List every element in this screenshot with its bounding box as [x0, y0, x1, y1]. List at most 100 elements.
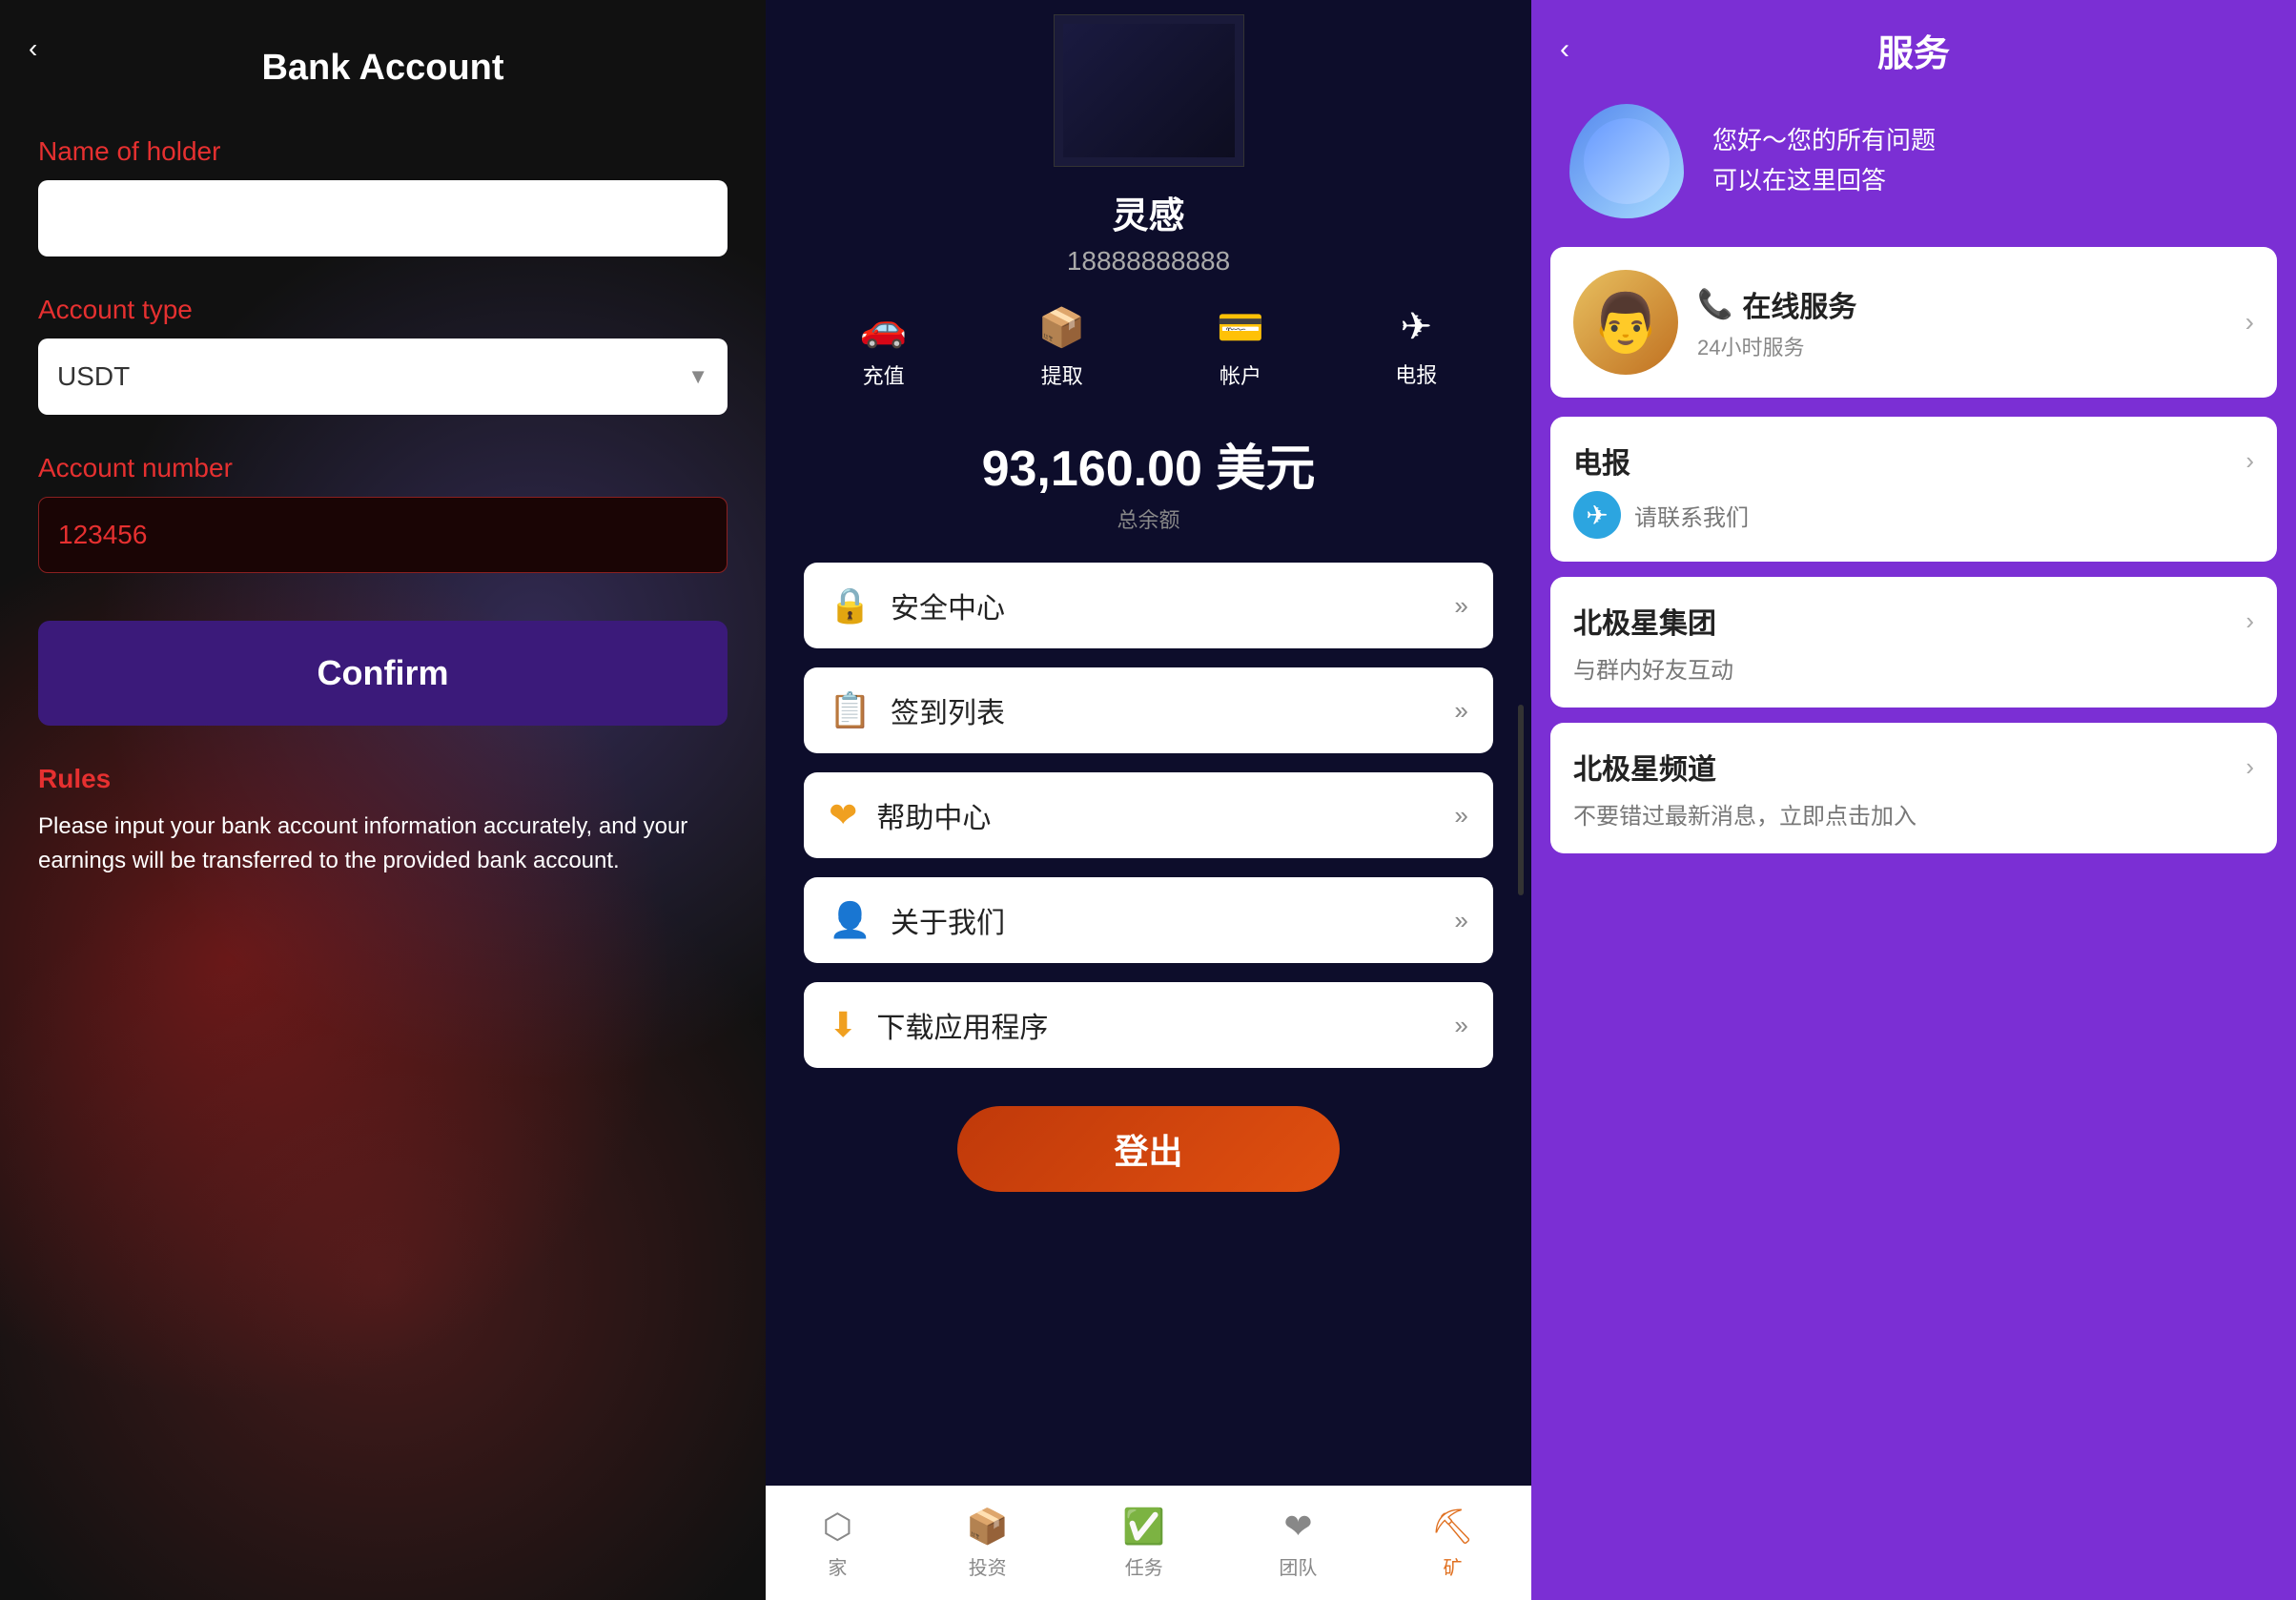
tab-label-mine: 矿 [1443, 1552, 1462, 1580]
tab-task[interactable]: ✅ 任务 [1122, 1507, 1165, 1580]
panel-bank-account: ‹ Bank Account Name of holder Account ty… [0, 0, 766, 1600]
telegram-desc: 请联系我们 [1634, 499, 1749, 532]
tab-label-invest: 投资 [969, 1552, 1007, 1580]
task-icon: ✅ [1122, 1507, 1165, 1547]
polaris-group-top: 北极星集团 › [1573, 600, 2254, 642]
chevron-right-icon-3: » [1454, 801, 1467, 831]
withdraw-icon: 📦 [1038, 305, 1086, 350]
scroll-indicator [1518, 705, 1524, 895]
polaris-channel-title: 北极星频道 [1573, 746, 1716, 788]
nav-item-telegram[interactable]: ✈ 电报 [1395, 305, 1437, 390]
menu-text-security: 安全中心 [891, 585, 1454, 626]
tab-invest[interactable]: 📦 投资 [966, 1507, 1009, 1580]
nav-item-recharge[interactable]: 🚗 充值 [860, 305, 908, 390]
chevron-right-icon: » [1454, 591, 1467, 621]
tab-label-home: 家 [828, 1552, 847, 1580]
service-title: 服务 [1877, 24, 1950, 76]
polaris-group-desc: 与群内好友互动 [1573, 651, 1733, 685]
tab-home[interactable]: ⬡ 家 [823, 1507, 852, 1580]
polaris-channel-item[interactable]: 北极星频道 › 不要错过最新消息，立即点击加入 [1550, 723, 2277, 853]
service-hero: 您好～您的所有问题可以在这里回答 [1531, 85, 2296, 247]
name-holder-input[interactable] [38, 180, 728, 256]
account-type-label: Account type [38, 295, 193, 325]
name-holder-label: Name of holder [38, 136, 220, 167]
invest-icon: 📦 [966, 1507, 1009, 1547]
panel1-content: ‹ Bank Account Name of holder Account ty… [0, 0, 766, 878]
robot-icon [1569, 104, 1684, 218]
menu-text-download: 下载应用程序 [876, 1004, 1454, 1046]
agent-sub: 24小时服务 [1697, 331, 2226, 361]
security-icon: 🔒 [829, 585, 871, 626]
balance-amount: 93,160.00 美元 [982, 428, 1316, 500]
online-service-card[interactable]: 👨 📞 在线服务 24小时服务 › [1550, 247, 2277, 398]
robot-inner [1584, 118, 1670, 204]
account-icon: 💳 [1217, 305, 1264, 350]
nav-label-account: 帐户 [1220, 359, 1261, 390]
menu-item-security[interactable]: 🔒 安全中心 » [804, 563, 1493, 648]
chevron-right-icon-4: › [2245, 752, 2254, 782]
tab-bar: ⬡ 家 📦 投资 ✅ 任务 ❤ 团队 ⛏ 矿 [766, 1486, 1531, 1600]
phone-number: 18888888888 [1067, 246, 1230, 277]
confirm-button[interactable]: Confirm [38, 621, 728, 726]
account-type-value: USDT [57, 361, 130, 392]
phone-icon: 📞 [1697, 288, 1732, 321]
chevron-right-icon-3: › [2245, 606, 2254, 636]
polaris-group-item[interactable]: 北极星集团 › 与群内好友互动 [1550, 577, 2277, 708]
rules-text: Please input your bank account informati… [38, 810, 728, 878]
chevron-right-icon-4: » [1454, 906, 1467, 935]
tab-team[interactable]: ❤ 团队 [1279, 1507, 1317, 1580]
polaris-channel-sub: 不要错过最新消息，立即点击加入 [1573, 797, 2254, 831]
tab-mine[interactable]: ⛏ 矿 [1431, 1507, 1475, 1580]
account-number-input[interactable] [38, 497, 728, 573]
recharge-icon: 🚗 [860, 305, 908, 350]
telegram-icon: ✈ [1401, 305, 1433, 349]
home-icon: ⬡ [823, 1507, 852, 1547]
quick-nav: 🚗 充值 📦 提取 💳 帐户 ✈ 电报 [766, 305, 1531, 390]
telegram-title: 电报 [1573, 440, 1630, 482]
menu-item-checkin[interactable]: 📋 签到列表 » [804, 667, 1493, 753]
balance-label: 总余额 [1117, 503, 1179, 534]
telegram-item-top: 电报 › [1573, 440, 2254, 482]
telegram-sub: ✈ 请联系我们 [1573, 491, 2254, 539]
rules-title: Rules [38, 764, 111, 794]
panel-profile: 灵感 18888888888 🚗 充值 📦 提取 💳 帐户 ✈ 电报 93,16… [766, 0, 1531, 1600]
chevron-right-icon-2: › [2245, 446, 2254, 476]
profile-banner [1054, 14, 1244, 167]
polaris-channel-desc: 不要错过最新消息，立即点击加入 [1573, 797, 1917, 831]
service-header: ‹ 服务 [1531, 0, 2296, 85]
menu-text-checkin: 签到列表 [891, 689, 1454, 731]
back-button[interactable]: ‹ [1560, 33, 1569, 66]
account-number-label: Account number [38, 453, 233, 483]
polaris-group-title: 北极星集团 [1573, 600, 1716, 642]
help-icon: ❤ [829, 795, 857, 835]
agent-avatar: 👨 [1573, 270, 1678, 375]
menu-item-download[interactable]: ⬇ 下载应用程序 » [804, 982, 1493, 1068]
menu-list: 🔒 安全中心 » 📋 签到列表 » ❤ 帮助中心 » 👤 关于我们 » ⬇ 下载… [804, 563, 1493, 1068]
chevron-down-icon: ▼ [687, 364, 708, 389]
panel-service: ‹ 服务 您好～您的所有问题可以在这里回答 👨 📞 在线服务 24小时服务 › … [1531, 0, 2296, 1600]
tab-label-team: 团队 [1279, 1552, 1317, 1580]
page-title: Bank Account [261, 48, 503, 89]
polaris-channel-top: 北极星频道 › [1573, 746, 2254, 788]
team-icon: ❤ [1283, 1507, 1312, 1547]
menu-item-help[interactable]: ❤ 帮助中心 » [804, 772, 1493, 858]
account-type-select[interactable]: USDT ▼ [38, 338, 728, 415]
checkin-icon: 📋 [829, 690, 871, 730]
chevron-right-icon-2: » [1454, 696, 1467, 726]
nav-item-account[interactable]: 💳 帐户 [1217, 305, 1264, 390]
hero-text: 您好～您的所有问题可以在这里回答 [1712, 121, 1936, 200]
menu-item-about[interactable]: 👤 关于我们 » [804, 877, 1493, 963]
polaris-group-sub: 与群内好友互动 [1573, 651, 2254, 685]
tab-label-task: 任务 [1125, 1552, 1163, 1580]
agent-name-text: 在线服务 [1742, 283, 1856, 325]
download-icon: ⬇ [829, 1005, 857, 1045]
back-button[interactable]: ‹ [29, 33, 37, 64]
logout-button[interactable]: 登出 [957, 1106, 1341, 1192]
menu-text-about: 关于我们 [891, 899, 1454, 941]
telegram-item[interactable]: 电报 › ✈ 请联系我们 [1550, 417, 2277, 562]
agent-name: 📞 在线服务 [1697, 283, 2226, 325]
username: 灵感 [1112, 186, 1184, 238]
chevron-right-icon: › [2245, 307, 2254, 338]
nav-label-withdraw: 提取 [1041, 359, 1083, 390]
nav-item-withdraw[interactable]: 📦 提取 [1038, 305, 1086, 390]
